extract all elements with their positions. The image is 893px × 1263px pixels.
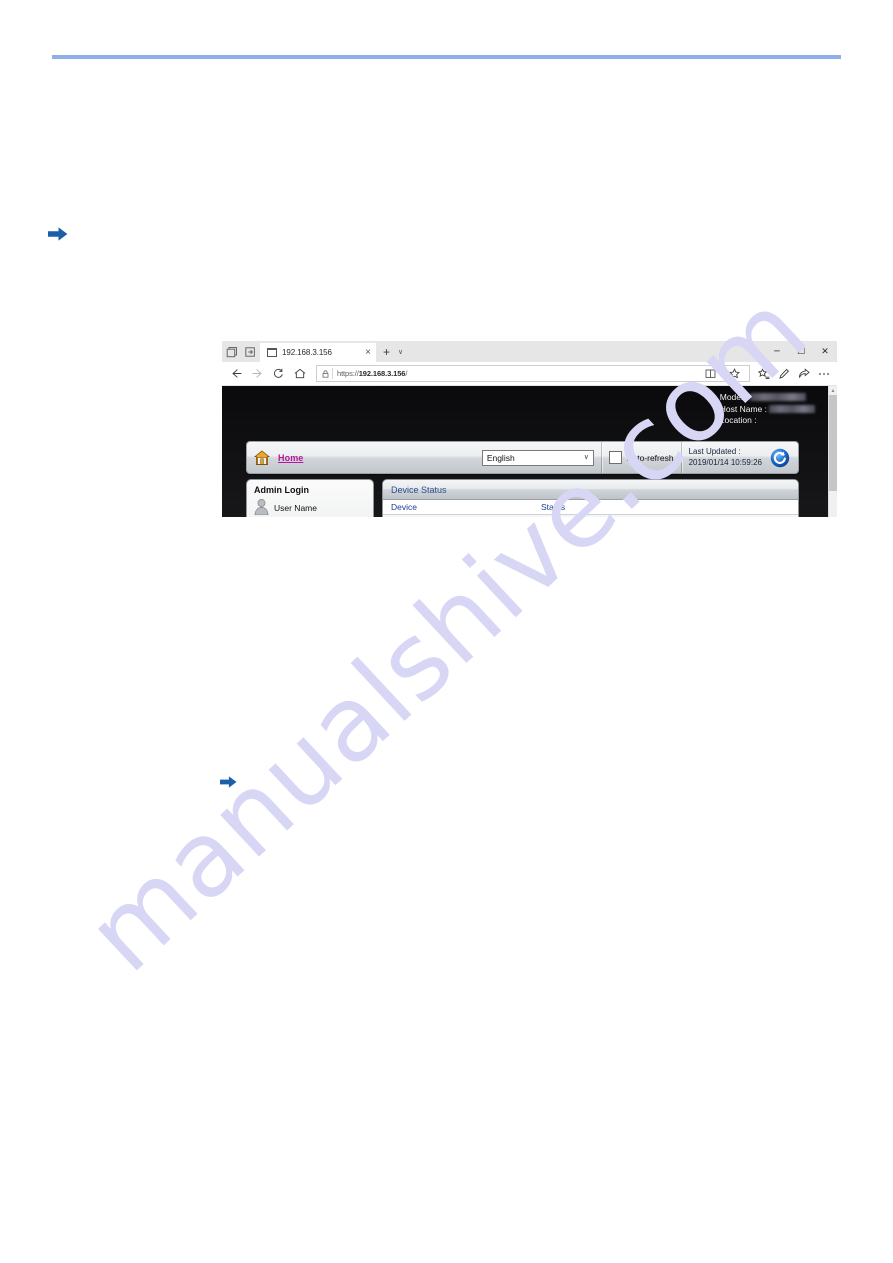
last-updated-label: Last Updated : bbox=[688, 447, 741, 456]
window-controls: ─ ☐ ✕ bbox=[765, 341, 837, 362]
language-selected-value: English bbox=[486, 452, 515, 463]
favorite-star-icon[interactable] bbox=[725, 364, 744, 383]
close-window-button[interactable]: ✕ bbox=[813, 341, 837, 362]
home-cell[interactable]: Home bbox=[247, 442, 310, 473]
scroll-up-arrow-icon[interactable]: ▲ bbox=[829, 386, 837, 395]
tab-title: 192.168.3.156 bbox=[282, 348, 332, 357]
address-bar[interactable]: https://192.168.3.156/ bbox=[316, 365, 750, 382]
admin-login-title: Admin Login bbox=[254, 485, 309, 495]
more-settings-icon[interactable] bbox=[814, 364, 833, 383]
host-name-row: Host Name : bbox=[720, 404, 815, 416]
forward-button[interactable] bbox=[247, 363, 268, 384]
arrow-right-icon bbox=[48, 226, 68, 242]
close-tab-icon[interactable]: × bbox=[361, 347, 371, 358]
device-status-title: Device Status bbox=[391, 484, 447, 495]
address-divider bbox=[332, 368, 333, 379]
admin-login-row: User Name bbox=[254, 498, 366, 517]
host-name-label: Host Name : bbox=[719, 403, 767, 414]
reading-view-icon[interactable] bbox=[701, 364, 720, 383]
browser-tab[interactable]: 192.168.3.156 × bbox=[260, 343, 376, 362]
new-tab-button[interactable]: + bbox=[376, 343, 394, 362]
web-notes-icon[interactable] bbox=[774, 364, 793, 383]
home-button[interactable] bbox=[289, 363, 310, 384]
device-status-header: Device Status bbox=[383, 480, 798, 500]
auto-refresh-cell[interactable]: Auto-refresh bbox=[602, 442, 681, 473]
auto-refresh-label: Auto-refresh bbox=[626, 452, 674, 463]
username-field-group: User Name bbox=[274, 498, 366, 517]
username-label: User Name bbox=[274, 503, 317, 513]
set-tabs-aside-icon[interactable] bbox=[245, 346, 257, 358]
tab-favicon-icon bbox=[267, 348, 277, 357]
browser-window-screenshot: 192.168.3.156 × + ∨ ─ ☐ ✕ https://192.16… bbox=[222, 341, 837, 517]
device-status-panel: Device Status Device Status bbox=[382, 479, 799, 517]
model-label: Model : bbox=[719, 392, 748, 402]
column-header-device: Device bbox=[391, 502, 417, 512]
last-updated-value: 2019/01/14 10:59:26 bbox=[688, 457, 762, 467]
page-viewport: Model : Host Name : Location : Home Engl… bbox=[222, 386, 837, 517]
auto-refresh-checkbox[interactable] bbox=[608, 451, 622, 464]
maximize-button[interactable]: ☐ bbox=[789, 341, 813, 362]
last-updated-cell: Last Updated : 2019/01/14 10:59:26 bbox=[682, 442, 798, 473]
hub-favorites-icon[interactable] bbox=[754, 364, 773, 383]
location-label: Location : bbox=[719, 415, 757, 425]
refresh-icon[interactable] bbox=[769, 447, 791, 469]
last-updated-text: Last Updated : 2019/01/14 10:59:26 bbox=[689, 447, 762, 468]
command-center-page: Model : Host Name : Location : Home Engl… bbox=[222, 386, 829, 517]
admin-login-panel: Admin Login User Name bbox=[246, 479, 374, 517]
model-row: Model : bbox=[720, 392, 815, 404]
language-select[interactable]: English ∨ bbox=[481, 449, 594, 466]
chevron-down-icon: ∨ bbox=[583, 454, 589, 461]
host-name-value-redacted bbox=[769, 404, 815, 413]
home-link[interactable]: Home bbox=[278, 453, 303, 463]
minimize-button[interactable]: ─ bbox=[765, 341, 789, 362]
share-icon[interactable] bbox=[794, 364, 813, 383]
address-url-text: https://192.168.3.156/ bbox=[337, 369, 407, 378]
language-cell: English ∨ bbox=[475, 442, 601, 473]
chevron-down-icon[interactable]: ∨ bbox=[394, 343, 407, 362]
column-header-status: Status bbox=[541, 502, 566, 512]
tab-preview-icon[interactable] bbox=[226, 346, 238, 358]
address-bar-actions bbox=[701, 364, 746, 383]
table-row bbox=[383, 515, 798, 517]
browser-tabstrip: 192.168.3.156 × + ∨ ─ ☐ ✕ bbox=[222, 341, 837, 362]
home-icon bbox=[254, 450, 270, 466]
browser-toolbar-actions bbox=[754, 364, 833, 383]
url-host: 192.168.3.156 bbox=[358, 369, 406, 378]
command-center-toolbar: Home English ∨ Auto-refresh Last Updated… bbox=[246, 441, 799, 474]
device-status-table-header: Device Status bbox=[383, 500, 798, 515]
lock-icon bbox=[320, 369, 330, 378]
browser-navbar: https://192.168.3.156/ bbox=[222, 362, 837, 386]
device-identity-block: Model : Host Name : Location : bbox=[720, 392, 815, 427]
page-top-rule bbox=[52, 55, 841, 59]
scrollbar-thumb[interactable] bbox=[829, 395, 837, 491]
url-scheme: https:// bbox=[337, 369, 359, 378]
page-scrollbar[interactable]: ▲ bbox=[828, 386, 837, 517]
url-path: / bbox=[405, 369, 408, 378]
tabstrip-left-icons bbox=[222, 341, 260, 362]
model-value-redacted bbox=[749, 393, 806, 401]
arrow-right-icon bbox=[220, 775, 237, 789]
user-avatar-icon bbox=[254, 498, 269, 515]
reload-button[interactable] bbox=[268, 363, 289, 384]
location-row: Location : bbox=[720, 415, 815, 427]
back-button[interactable] bbox=[226, 363, 247, 384]
